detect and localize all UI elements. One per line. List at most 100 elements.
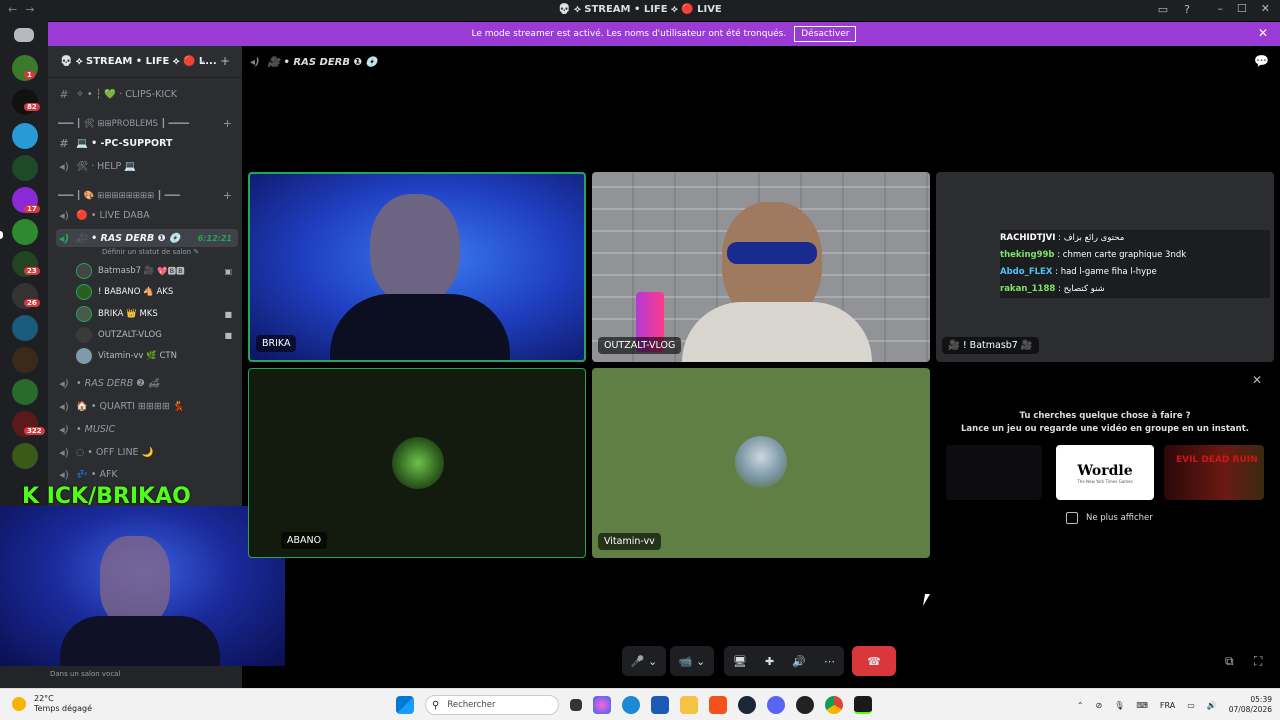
channel-status-placeholder[interactable]: Définir un statut de salon ✎ xyxy=(102,248,199,256)
copilot-icon[interactable] xyxy=(593,696,611,714)
server-icon[interactable] xyxy=(12,89,38,115)
video-tile-brika[interactable]: BRIKA xyxy=(248,172,586,362)
help-icon[interactable]: ? xyxy=(1180,3,1194,17)
chevron-down-icon[interactable]: ⌄ xyxy=(198,55,206,66)
microphone-icon[interactable]: 🎙 xyxy=(1114,701,1124,710)
channel-label: • MUSIC xyxy=(76,423,116,435)
edge-icon[interactable] xyxy=(622,696,640,714)
kick-app-icon[interactable] xyxy=(854,696,872,714)
activity-card[interactable] xyxy=(946,445,1042,500)
clock[interactable]: 05:39 07/08/2026 xyxy=(1229,695,1272,715)
server-icon[interactable] xyxy=(12,315,38,341)
channel-live-daba[interactable]: ◂) 🔴 • LIVE DABA xyxy=(56,206,238,224)
brave-icon[interactable] xyxy=(709,696,727,714)
voice-channel-title: 🎥 • RAS DERB ❶ 💿 xyxy=(267,56,378,68)
maximize-button[interactable]: ☐ xyxy=(1237,2,1247,15)
search-icon: ⚲ xyxy=(432,699,440,711)
channel-offline[interactable]: ◂) ◌ • OFF LINE 🌙 xyxy=(56,443,238,461)
inbox-icon[interactable]: ▭ xyxy=(1156,3,1170,17)
activity-card-evil-dead[interactable]: EVIL DEAD RUIN xyxy=(1164,445,1264,500)
channel-music[interactable]: ◂) • MUSIC xyxy=(56,420,238,438)
mention-badge: 322 xyxy=(24,427,45,435)
add-channel-icon[interactable]: + xyxy=(223,117,232,130)
weather-text: 22°C Temps dégagé xyxy=(34,694,92,714)
server-icon[interactable] xyxy=(12,443,38,469)
weather-widget[interactable]: 22°C Temps dégagé xyxy=(12,694,92,714)
chevron-down-icon[interactable]: ⌄ xyxy=(696,655,705,668)
disable-streamer-button[interactable]: Désactiver xyxy=(794,26,857,42)
server-icon[interactable] xyxy=(12,347,38,373)
camera-button[interactable]: 📹 ⌄ xyxy=(670,646,714,676)
fullscreen-icon[interactable]: ⛶ xyxy=(1254,654,1262,669)
channel-pc-support[interactable]: # 💻 • -PC-SUPPORT xyxy=(56,134,238,152)
mic-button[interactable]: 🎤 ⌄ xyxy=(622,646,666,676)
server-name: 💀 ⟡ STREAM • LIFE ⟡ 🔴 L... xyxy=(60,56,217,67)
speaker-icon: ◂) xyxy=(250,56,260,68)
hang-up-icon: ☎ xyxy=(867,654,881,668)
chevron-up-icon[interactable]: ⌃ xyxy=(1077,701,1084,710)
chat-bubble-icon[interactable]: 💬 xyxy=(1254,54,1269,68)
voice-user[interactable]: OUTZALT-VLOG ■ xyxy=(76,325,236,345)
language-indicator[interactable]: FRA xyxy=(1160,701,1175,710)
folder-icon[interactable] xyxy=(680,696,698,714)
store-icon[interactable] xyxy=(651,696,669,714)
chevron-down-icon[interactable]: ⌄ xyxy=(648,655,657,668)
channel-ras-derb[interactable]: ◂) 🎥 • RAS DERB ❶ 💿 6:12:21 xyxy=(56,229,238,247)
network-icon[interactable]: ▭ xyxy=(1187,701,1195,710)
streamer-webcam-overlay xyxy=(0,506,285,666)
window-title: 💀 ⟡ STREAM • LIFE ⟡ 🔴 LIVE xyxy=(558,4,722,15)
channel-label: 🔴 • LIVE DABA xyxy=(76,209,150,221)
network-off-icon[interactable]: ⊘ xyxy=(1096,701,1103,710)
wordle-subtitle: The New York Times Games xyxy=(1077,479,1133,484)
disconnect-button[interactable]: ☎ xyxy=(852,646,896,676)
activity-card-wordle[interactable]: Wordle The New York Times Games xyxy=(1056,445,1154,500)
taskbar-search[interactable]: ⚲ Rechercher xyxy=(425,695,559,715)
server-icon[interactable] xyxy=(12,379,38,405)
screen-share-icon[interactable]: 🖥 xyxy=(733,655,747,668)
server-icon[interactable] xyxy=(12,123,38,149)
stream-tile-batmasb7[interactable]: RACHIDTJVI : محتوى رائع بزاف theking99b … xyxy=(936,172,1274,362)
server-header[interactable]: 💀 ⟡ STREAM • LIFE ⟡ 🔴 L... ⌄ + xyxy=(48,46,242,78)
add-channel-icon[interactable]: + xyxy=(223,189,232,202)
obs-icon[interactable] xyxy=(796,696,814,714)
volume-icon[interactable]: 🔊 xyxy=(1207,701,1217,710)
minimize-button[interactable]: – xyxy=(1217,2,1223,15)
add-member-icon[interactable]: + xyxy=(220,54,230,68)
category-voice[interactable]: ━━━ ┃ 🎨 ⊞⊞⊞⊞⊞⊞⊞⊞ ┃ ━━━ + xyxy=(58,189,236,205)
video-tile-babano[interactable]: ABANO xyxy=(248,368,586,558)
channel-help[interactable]: ◂) 🛠 · HELP 💻 xyxy=(56,157,238,175)
video-tile-outzalt[interactable]: OUTZALT-VLOG xyxy=(592,172,930,362)
voice-user[interactable]: Batmasb7 🎥 💖🅱🅱 ▣ xyxy=(76,261,236,281)
channel-ras-derb-2[interactable]: ◂) • RAS DERB ❷ 🛋 xyxy=(56,374,238,392)
steam-icon[interactable] xyxy=(738,696,756,714)
voice-user[interactable]: Vitamin-vv 🌿 CTN xyxy=(76,346,236,366)
dont-show-again[interactable]: Ne plus afficher xyxy=(1066,512,1153,524)
server-icon[interactable] xyxy=(12,155,38,181)
category-problems[interactable]: ━━━ ┃ 🛠 ⊞⊞PROBLEMS ┃ ━━━━ + xyxy=(58,117,236,133)
task-view-icon[interactable] xyxy=(570,699,582,711)
video-tile-vitamin[interactable]: Vitamin-vv xyxy=(592,368,930,558)
discord-icon[interactable] xyxy=(767,696,785,714)
more-icon[interactable]: ⋯ xyxy=(824,655,835,668)
channel-afk[interactable]: ◂) 💤 • AFK xyxy=(56,465,238,483)
chrome-icon[interactable] xyxy=(825,696,843,714)
channel-clips-kick[interactable]: # ✧ • ┆ 💚 · CLIPS-KICK xyxy=(56,85,238,103)
windows-start-icon[interactable] xyxy=(396,696,414,714)
voice-user[interactable]: BRIKA 👑 MKS ■ xyxy=(76,304,236,324)
hash-icon: # xyxy=(59,87,69,101)
discord-window: ←→ 💀 ⟡ STREAM • LIFE ⟡ 🔴 LIVE ▭ ? – ☐ ✕ … xyxy=(0,0,1280,688)
keyboard-icon[interactable]: ⌨ xyxy=(1136,701,1148,710)
close-icon[interactable]: ✕ xyxy=(1252,373,1262,387)
checkbox[interactable] xyxy=(1066,512,1078,524)
close-icon[interactable]: ✕ xyxy=(1258,26,1268,40)
channel-label: 🏠 • QUARTI ⊞⊞⊞⊞ 💃 xyxy=(76,400,185,412)
voice-user[interactable]: ! BABANO 🐴 AKS xyxy=(76,282,236,302)
activities-icon[interactable]: ✚ xyxy=(765,655,774,668)
close-button[interactable]: ✕ xyxy=(1261,2,1270,15)
popout-icon[interactable]: ⧉ xyxy=(1225,654,1234,669)
soundboard-icon[interactable]: 🔊 xyxy=(792,655,806,668)
chat-message: محتوى رائع بزاف xyxy=(1063,233,1125,243)
channel-quarti[interactable]: ◂) 🏠 • QUARTI ⊞⊞⊞⊞ 💃 xyxy=(56,397,238,415)
discord-home-icon[interactable] xyxy=(14,28,34,42)
server-icon[interactable] xyxy=(12,219,38,245)
